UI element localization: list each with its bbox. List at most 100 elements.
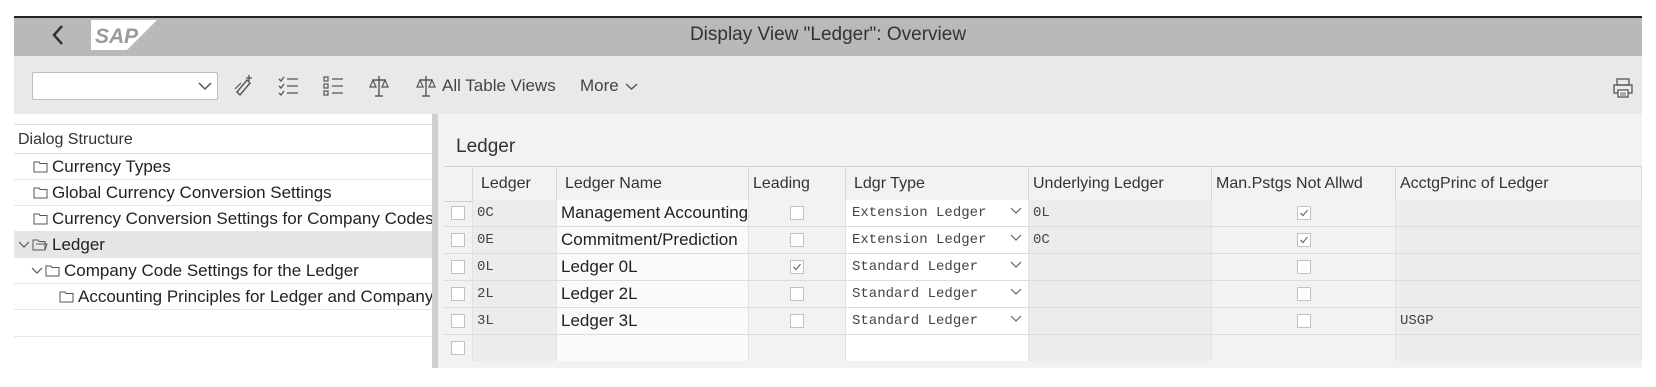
command-field[interactable] bbox=[32, 72, 218, 100]
ledger-id-cell[interactable]: 3L bbox=[473, 308, 557, 334]
open-folder-icon bbox=[32, 239, 48, 251]
folder-icon bbox=[33, 187, 48, 199]
acctg-princ-cell[interactable] bbox=[1396, 200, 1642, 226]
table-row: 0E Commitment/Prediction Extension Ledger 0… bbox=[444, 227, 1642, 254]
tree-item-label: Ledger bbox=[52, 235, 105, 254]
ldgr-type-value: Extension Ledger bbox=[852, 205, 987, 221]
man-pstgs-checkbox[interactable] bbox=[1297, 314, 1311, 328]
ledger-name-cell[interactable]: Ledger 0L bbox=[557, 254, 749, 280]
ledger-name-cell[interactable]: Management Accounting bbox=[557, 200, 749, 226]
man-pstgs-checkbox[interactable] bbox=[1297, 287, 1311, 301]
ldgr-type-cell[interactable]: Extension Ledger bbox=[846, 227, 1029, 253]
underlying-ledger-cell[interactable] bbox=[1029, 308, 1212, 334]
tree-item-global-currency-conversion[interactable]: Global Currency Conversion Settings bbox=[14, 180, 432, 206]
tree-item-company-code-conversion[interactable]: Currency Conversion Settings for Company… bbox=[14, 206, 432, 232]
tree-item-accounting-principles[interactable]: Accounting Principles for Ledger and Com… bbox=[14, 284, 432, 310]
row-selector[interactable] bbox=[444, 227, 473, 253]
folder-icon bbox=[45, 265, 60, 277]
toolbar: All Table Views More bbox=[14, 56, 1642, 115]
column-header-underlying-ledger[interactable]: Underlying Ledger bbox=[1029, 167, 1212, 201]
table-row: 0C Management Accounting Extension Ledger 0… bbox=[444, 200, 1642, 227]
tree-item-currency-types[interactable]: Currency Types bbox=[14, 154, 432, 180]
ledger-id-cell[interactable]: 0L bbox=[473, 254, 557, 280]
deselect-all-icon[interactable] bbox=[322, 74, 346, 98]
man-pstgs-cell bbox=[1212, 254, 1396, 280]
row-select-checkbox[interactable] bbox=[451, 206, 465, 220]
acctg-princ-cell[interactable]: USGP bbox=[1396, 308, 1642, 334]
ldgr-type-cell[interactable]: Extension Ledger bbox=[846, 200, 1029, 226]
divider bbox=[14, 336, 432, 337]
underlying-ledger-cell[interactable]: 0C bbox=[1029, 227, 1212, 253]
ldgr-type-value: Extension Ledger bbox=[852, 232, 987, 248]
tree-item-company-code-settings[interactable]: Company Code Settings for the Ledger bbox=[14, 258, 432, 284]
acctg-princ-cell[interactable] bbox=[1396, 281, 1642, 307]
man-pstgs-checkbox[interactable] bbox=[1297, 260, 1311, 274]
select-block-icon[interactable] bbox=[367, 74, 391, 98]
select-all-icon[interactable] bbox=[277, 74, 301, 98]
row-selector[interactable] bbox=[444, 335, 473, 361]
ldgr-type-cell[interactable]: Standard Ledger bbox=[846, 281, 1029, 307]
ledger-name-cell[interactable]: Ledger 2L bbox=[557, 281, 749, 307]
chevron-down-icon bbox=[1010, 315, 1022, 322]
leading-checkbox[interactable] bbox=[790, 314, 804, 328]
underlying-ledger-cell[interactable] bbox=[1029, 254, 1212, 280]
column-header-ledger[interactable]: Ledger bbox=[473, 167, 557, 201]
row-selector[interactable] bbox=[444, 281, 473, 307]
column-header-ledger-name[interactable]: Ledger Name bbox=[557, 167, 749, 201]
row-select-checkbox[interactable] bbox=[451, 314, 465, 328]
column-header-ldgr-type[interactable]: Ldgr Type bbox=[846, 167, 1029, 201]
folder-icon bbox=[33, 213, 48, 225]
table-row: 0L Ledger 0L Standard Ledger bbox=[444, 254, 1642, 281]
ledger-id-cell[interactable]: 0C bbox=[473, 200, 557, 226]
tree-item-ledger[interactable]: Ledger bbox=[14, 232, 432, 258]
ledger-id-cell[interactable]: 0E bbox=[473, 227, 557, 253]
tree-expand-icon[interactable] bbox=[31, 267, 43, 275]
ldgr-type-cell[interactable]: Standard Ledger bbox=[846, 308, 1029, 334]
title-bar: SAP Display View "Ledger": Overview bbox=[14, 18, 1642, 56]
underlying-ledger-cell[interactable]: 0L bbox=[1029, 200, 1212, 226]
acctg-princ-cell[interactable] bbox=[1396, 227, 1642, 253]
man-pstgs-cell bbox=[1212, 281, 1396, 307]
checkmark-icon bbox=[1300, 236, 1309, 244]
checkmark-icon bbox=[793, 263, 802, 271]
ledger-id-cell[interactable]: 2L bbox=[473, 281, 557, 307]
all-table-views-button[interactable]: All Table Views bbox=[442, 76, 556, 96]
chevron-down-icon bbox=[1010, 207, 1022, 214]
leading-cell bbox=[749, 281, 846, 307]
ledger-table: Ledger Ledger Name Leading Ldgr Type Und… bbox=[444, 166, 1642, 368]
tree-item-label: Accounting Principles for Ledger and Com… bbox=[78, 287, 432, 306]
print-icon[interactable] bbox=[1611, 76, 1635, 100]
leading-checkbox[interactable] bbox=[790, 233, 804, 247]
underlying-ledger-cell[interactable] bbox=[1029, 281, 1212, 307]
leading-checkbox[interactable] bbox=[790, 206, 804, 220]
row-selector[interactable] bbox=[444, 254, 473, 280]
acctg-princ-cell[interactable] bbox=[1396, 254, 1642, 280]
select-column-header[interactable] bbox=[444, 167, 473, 201]
ldgr-type-cell[interactable]: Standard Ledger bbox=[846, 254, 1029, 280]
chevron-down-icon bbox=[1010, 261, 1022, 268]
leading-checkbox[interactable] bbox=[790, 287, 804, 301]
ledger-name-cell[interactable]: Ledger 3L bbox=[557, 308, 749, 334]
chevron-down-icon bbox=[198, 82, 212, 91]
leading-checkbox[interactable] bbox=[790, 260, 804, 274]
display-change-icon[interactable] bbox=[232, 74, 256, 98]
man-pstgs-cell bbox=[1212, 308, 1396, 334]
column-header-man-pstgs[interactable]: Man.Pstgs Not Allwd bbox=[1212, 167, 1396, 201]
man-pstgs-cell bbox=[1212, 227, 1396, 253]
chevron-down-icon bbox=[625, 83, 638, 90]
more-button[interactable]: More bbox=[580, 76, 638, 96]
tree-item-label: Global Currency Conversion Settings bbox=[52, 183, 332, 202]
man-pstgs-checkbox[interactable] bbox=[1297, 233, 1311, 247]
tree-expand-icon[interactable] bbox=[18, 241, 30, 249]
row-select-checkbox[interactable] bbox=[451, 233, 465, 247]
table-views-icon[interactable] bbox=[414, 74, 438, 98]
ldgr-type-value: Standard Ledger bbox=[852, 259, 979, 275]
row-select-checkbox[interactable] bbox=[451, 287, 465, 301]
row-selector[interactable] bbox=[444, 308, 473, 334]
column-header-leading[interactable]: Leading bbox=[749, 167, 846, 201]
man-pstgs-checkbox[interactable] bbox=[1297, 206, 1311, 220]
row-select-checkbox[interactable] bbox=[451, 260, 465, 274]
row-selector[interactable] bbox=[444, 200, 473, 226]
column-header-acctg-princ[interactable]: AcctgPrinc of Ledger bbox=[1396, 167, 1642, 201]
ledger-name-cell[interactable]: Commitment/Prediction bbox=[557, 227, 749, 253]
